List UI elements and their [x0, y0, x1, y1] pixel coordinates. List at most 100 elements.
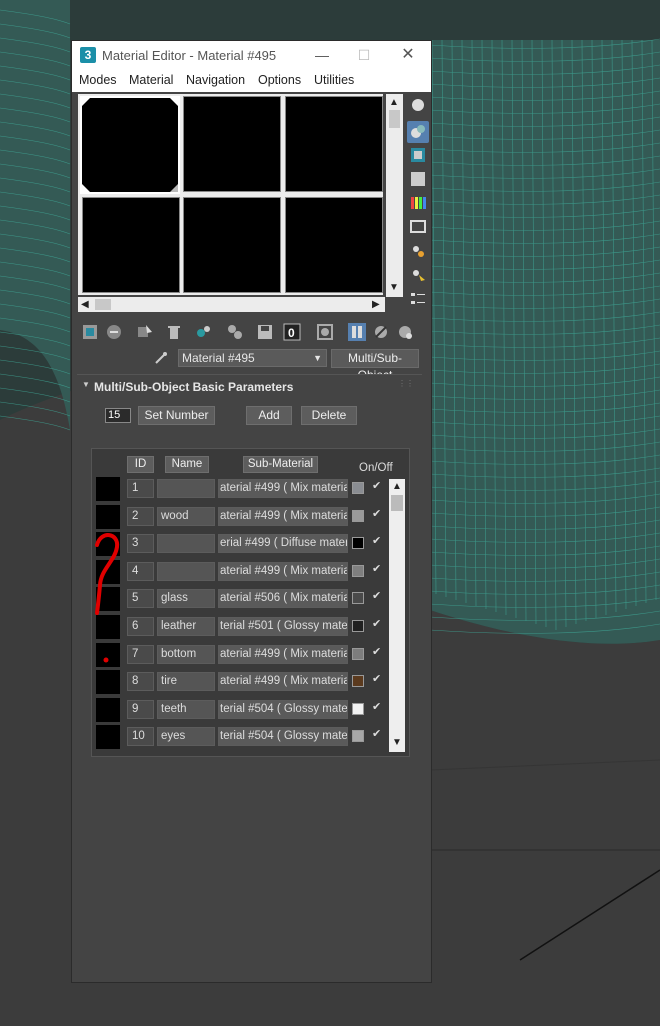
on-off-checkbox[interactable]: ✔ [372, 618, 384, 630]
color-swatch[interactable] [352, 702, 364, 715]
id-field[interactable]: 3 [127, 534, 154, 554]
submaterial-button[interactable]: aterial #499 ( Mix material ) [218, 561, 348, 581]
submaterial-button[interactable]: aterial #499 ( Mix material ) [218, 479, 348, 498]
collapse-triangle-icon[interactable]: ▼ [82, 380, 90, 389]
menu-modes[interactable]: Modes [79, 73, 117, 87]
submaterial-button[interactable]: aterial #499 ( Mix material ) [218, 506, 348, 526]
name-field[interactable] [157, 534, 215, 554]
close-button[interactable]: ✕ [386, 41, 430, 70]
go-to-parent-icon[interactable] [372, 323, 390, 341]
name-field[interactable]: glass [157, 589, 215, 609]
video-color-check-icon[interactable] [410, 195, 426, 211]
sample-uv-tiling-icon[interactable] [410, 171, 426, 187]
sort-submaterial-button[interactable]: Sub-Material [243, 456, 318, 473]
submaterial-button[interactable]: terial #504 ( Glossy material ) [218, 727, 348, 747]
menu-utilities[interactable]: Utilities [314, 73, 354, 87]
material-swatch[interactable] [96, 725, 120, 750]
menu-options[interactable]: Options [258, 73, 301, 87]
color-swatch[interactable] [352, 509, 364, 522]
material-swatch[interactable] [96, 697, 120, 722]
id-field[interactable]: 5 [127, 589, 154, 609]
on-off-checkbox[interactable]: ✔ [372, 480, 384, 492]
set-number-button[interactable]: Set Number [138, 406, 215, 425]
put-to-scene-icon[interactable] [105, 323, 123, 341]
id-field[interactable]: 8 [127, 672, 154, 692]
select-by-material-icon[interactable] [410, 267, 426, 283]
material-swatch[interactable] [96, 477, 120, 501]
on-off-checkbox[interactable]: ✔ [372, 535, 384, 547]
scroll-left-icon[interactable]: ◀ [81, 299, 89, 310]
submaterial-button[interactable]: aterial #506 ( Mix material ) [218, 589, 348, 609]
submaterial-button[interactable]: erial #499 ( Diffuse material ) [218, 534, 348, 554]
scroll-up-icon[interactable]: ▲ [389, 97, 399, 108]
name-field[interactable]: eyes [157, 727, 215, 747]
rollout-header[interactable]: ▼ Multi/Sub-Object Basic Parameters ⋮⋮ [77, 375, 422, 397]
slots-horizontal-scrollbar[interactable]: ◀ ▶ [78, 297, 385, 312]
id-field[interactable]: 7 [127, 644, 154, 664]
id-field[interactable]: 6 [127, 617, 154, 636]
title-bar[interactable]: 3 Material Editor - Material #495 — ☐ ✕ [72, 41, 431, 70]
sort-name-button[interactable]: Name [165, 456, 209, 473]
id-field[interactable]: 2 [127, 506, 154, 526]
color-swatch[interactable] [352, 592, 364, 605]
list-scrollbar[interactable]: ▲ ▼ [389, 479, 405, 752]
backlight-icon[interactable] [407, 121, 429, 143]
make-unique-icon[interactable] [195, 323, 213, 341]
id-field[interactable]: 4 [127, 561, 154, 581]
material-name-field[interactable]: Material #495 ▼ [178, 349, 327, 367]
material-type-button[interactable]: Multi/Sub-Object [331, 349, 419, 382]
minimize-button[interactable]: — [300, 41, 344, 70]
scroll-thumb[interactable] [389, 110, 400, 128]
on-off-checkbox[interactable]: ✔ [372, 508, 384, 520]
id-field[interactable]: 9 [127, 699, 154, 719]
color-swatch[interactable] [352, 647, 364, 660]
submaterial-button[interactable]: aterial #499 ( Mix material ) [218, 672, 348, 692]
submaterial-count-input[interactable]: 15 [105, 408, 131, 423]
on-off-checkbox[interactable]: ✔ [372, 563, 384, 575]
show-end-result-icon[interactable] [348, 323, 366, 341]
submaterial-button[interactable]: terial #504 ( Glossy material ) [218, 699, 348, 719]
color-swatch[interactable] [352, 620, 364, 632]
scroll-down-icon[interactable]: ▼ [392, 737, 402, 748]
scroll-down-icon[interactable]: ▼ [389, 282, 399, 293]
color-swatch[interactable] [352, 482, 364, 494]
chevron-down-icon[interactable]: ▼ [313, 350, 322, 366]
sample-slot-2[interactable] [183, 96, 281, 192]
name-field[interactable] [157, 561, 215, 581]
maximize-button[interactable]: ☐ [342, 41, 386, 70]
save-icon[interactable] [256, 323, 274, 341]
on-off-checkbox[interactable]: ✔ [372, 590, 384, 602]
scroll-up-icon[interactable]: ▲ [392, 481, 402, 492]
name-field[interactable]: leather [157, 617, 215, 636]
slots-vertical-scrollbar[interactable]: ▲ ▼ [386, 94, 403, 297]
submaterial-button[interactable]: terial #501 ( Glossy material ) [218, 617, 348, 636]
on-off-checkbox[interactable]: ✔ [372, 701, 384, 713]
put-to-library-icon[interactable] [226, 323, 244, 341]
color-swatch[interactable] [352, 730, 364, 743]
name-field[interactable]: teeth [157, 699, 215, 719]
background-checker-icon[interactable] [410, 147, 426, 163]
sample-slot-1[interactable] [80, 96, 180, 194]
delete-button[interactable]: Delete [301, 406, 357, 425]
name-field[interactable]: tire [157, 672, 215, 692]
sample-slot-6[interactable] [285, 197, 383, 293]
get-material-icon[interactable] [81, 323, 99, 341]
scroll-right-icon[interactable]: ▶ [372, 299, 380, 310]
sample-type-sphere-icon[interactable] [410, 97, 426, 113]
id-field[interactable]: 10 [127, 727, 154, 747]
name-field[interactable]: wood [157, 506, 215, 526]
add-button[interactable]: Add [246, 406, 292, 425]
drag-grip-icon[interactable]: ⋮⋮ [398, 379, 414, 388]
on-off-checkbox[interactable]: ✔ [372, 646, 384, 658]
color-swatch[interactable] [352, 537, 364, 550]
id-field[interactable]: 1 [127, 479, 154, 498]
name-field[interactable] [157, 479, 215, 498]
on-off-checkbox[interactable]: ✔ [372, 728, 384, 740]
sort-id-button[interactable]: ID [127, 456, 154, 473]
sample-slot-4[interactable] [82, 197, 180, 293]
color-swatch[interactable] [352, 675, 364, 688]
show-shaded-material-icon[interactable] [316, 323, 334, 341]
pick-material-eyedropper-icon[interactable] [154, 351, 168, 365]
material-id-channel-icon[interactable]: 0 [283, 323, 303, 341]
assign-to-selection-icon[interactable] [136, 323, 154, 341]
